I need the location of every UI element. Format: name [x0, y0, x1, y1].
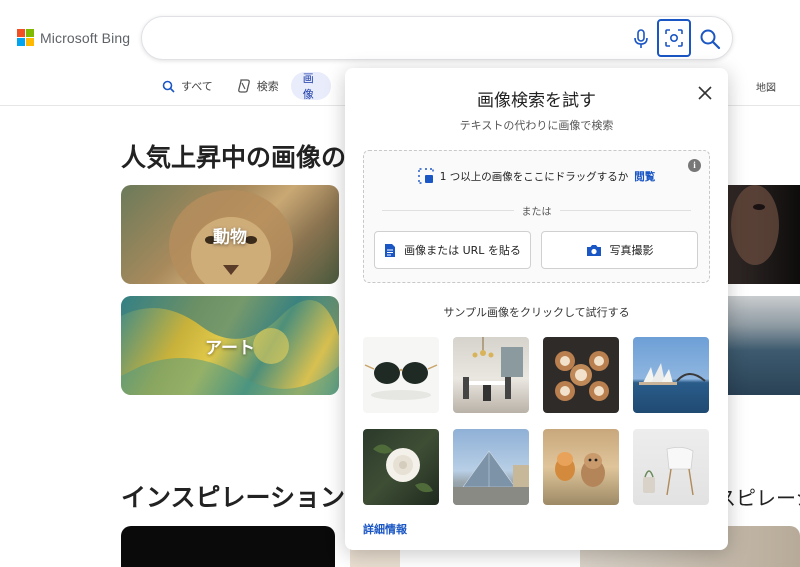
or-separator: または: [382, 203, 691, 218]
search-input[interactable]: [162, 27, 612, 49]
card-animals[interactable]: 動物: [121, 185, 339, 284]
page: Microsoft Bing すべて 検索 画像 地図 人気上昇中の画像の 動物…: [0, 0, 800, 567]
louvre-image: [453, 450, 529, 505]
latte-art-image: [555, 351, 609, 401]
section-title-inspiration-right: スピレーシ: [716, 486, 800, 510]
search-icon[interactable]: [699, 28, 721, 50]
opera-house-image: [639, 363, 706, 385]
dialog-subtitle: テキストの代わりに画像で検索: [459, 119, 614, 132]
camera-button-label: 写真撮影: [609, 244, 654, 257]
card-label: アート: [205, 338, 255, 358]
or-text: または: [521, 206, 552, 218]
chair-image: [643, 447, 694, 496]
visual-search-dialog: 画像検索を試す テキストの代わりに画像で検索 i 1 つ以上の画像をここにドラッ…: [345, 68, 728, 550]
card-art[interactable]: アート: [121, 296, 339, 395]
drag-image-icon: [418, 168, 434, 184]
sample-image-running-dogs[interactable]: [543, 429, 619, 505]
visual-search-icon: [665, 29, 683, 47]
card-inspiration-1[interactable]: [121, 526, 335, 567]
sample-image-sydney-opera-house[interactable]: [633, 337, 709, 413]
microphone-icon[interactable]: [632, 29, 650, 49]
tab-label: 画像: [302, 72, 314, 101]
microsoft-logo-icon: [17, 29, 34, 46]
camera-icon: [586, 244, 601, 256]
paste-button-label: 画像または URL を貼る: [404, 244, 521, 257]
paste-image-url-button[interactable]: 画像または URL を貼る: [374, 231, 531, 269]
take-photo-button[interactable]: 写真撮影: [541, 231, 698, 269]
dogs-image: [555, 452, 605, 487]
sample-image-dining-room[interactable]: [453, 337, 529, 413]
search-box[interactable]: [141, 16, 733, 60]
sample-images-label: サンプル画像をクリックして試行する: [443, 306, 630, 319]
rose-image: [373, 444, 433, 493]
close-icon[interactable]: [696, 84, 714, 102]
tab-label: すべて: [181, 80, 213, 93]
search-icon: [162, 80, 175, 93]
sunglasses-image: [364, 362, 438, 400]
image-drop-zone[interactable]: i 1 つ以上の画像をここにドラッグするか 閲覧 または 画像または URL を…: [363, 150, 710, 283]
scope-tabs: すべて 検索 画像: [150, 72, 331, 101]
bing-logo[interactable]: Microsoft Bing: [17, 29, 130, 46]
visual-search-button[interactable]: [657, 19, 691, 57]
tab-label: 検索: [256, 80, 279, 93]
sample-image-white-chair[interactable]: [633, 429, 709, 505]
logo-text: Microsoft Bing: [40, 29, 131, 46]
document-icon: [385, 243, 396, 257]
card-label: 動物: [213, 227, 247, 247]
section-title-inspiration: インスピレーション: [121, 483, 346, 512]
sample-image-white-rose[interactable]: [363, 429, 439, 505]
sample-image-louvre-pyramid[interactable]: [453, 429, 529, 505]
tab-images[interactable]: 画像: [290, 72, 331, 101]
browse-link[interactable]: 閲覧: [634, 169, 655, 184]
section-title-trending: 人気上昇中の画像の: [121, 143, 347, 172]
sample-image-latte-art[interactable]: [543, 337, 619, 413]
sample-image-sunglasses[interactable]: [363, 337, 439, 413]
tab-all[interactable]: すべて: [150, 72, 225, 100]
drag-instruction: 1 つ以上の画像をここにドラッグするか 閲覧: [364, 168, 709, 184]
tab-maps[interactable]: 地図: [756, 79, 776, 94]
copilot-icon: [237, 79, 250, 93]
tab-copilot-search[interactable]: 検索: [225, 72, 291, 100]
dialog-title: 画像検索を試す: [477, 91, 596, 111]
more-info-link[interactable]: 詳細情報: [363, 521, 407, 537]
dining-room-image: [463, 337, 523, 401]
drag-text: 1 つ以上の画像をここにドラッグするか: [439, 170, 629, 183]
